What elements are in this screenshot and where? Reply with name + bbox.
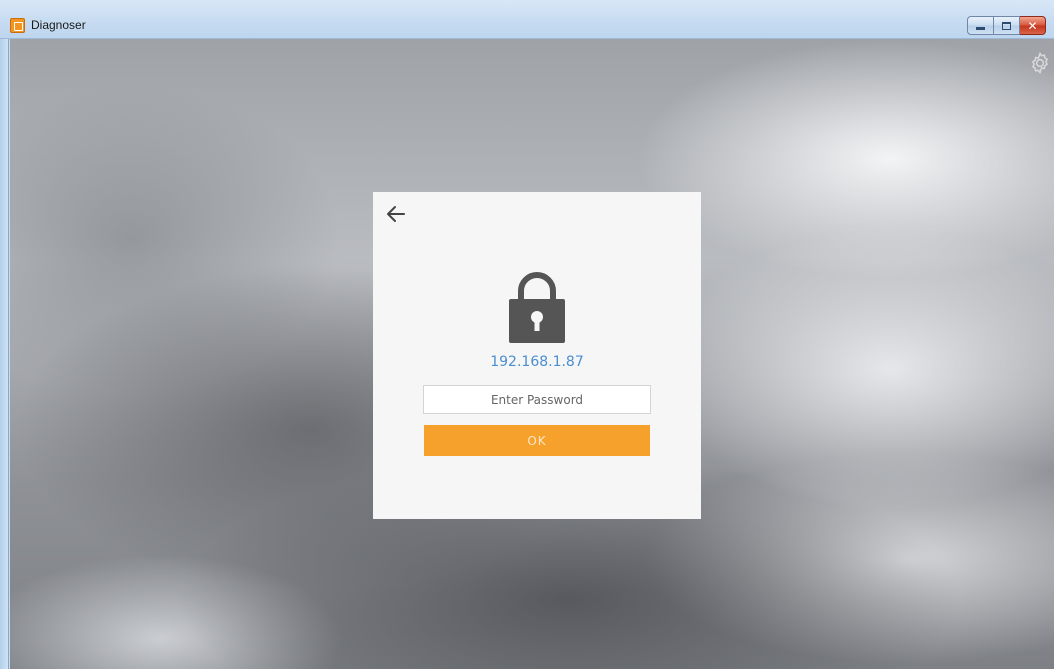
close-icon: ✕ (1027, 18, 1038, 33)
window-title: Diagnoser (31, 18, 86, 32)
app-window: Diagnoser ✕ 192.168.1.87 OK (0, 0, 1054, 669)
window-controls: ✕ (967, 16, 1046, 35)
minimize-icon (976, 27, 985, 30)
host-address: 192.168.1.87 (490, 354, 584, 370)
title-bar[interactable]: Diagnoser ✕ (0, 0, 1054, 39)
gear-icon[interactable] (1028, 51, 1052, 75)
close-button[interactable]: ✕ (1020, 16, 1046, 35)
login-dialog: 192.168.1.87 OK (373, 192, 701, 519)
ok-button[interactable]: OK (424, 425, 650, 456)
minimize-button[interactable] (967, 16, 994, 35)
app-icon[interactable] (10, 18, 25, 33)
password-input[interactable] (423, 385, 651, 414)
lock-icon (509, 272, 565, 343)
maximize-icon (1002, 21, 1011, 30)
window-frame-left (0, 0, 9, 669)
app-content: 192.168.1.87 OK (10, 39, 1054, 669)
maximize-button[interactable] (994, 16, 1020, 35)
arrow-left-icon[interactable] (386, 205, 406, 223)
